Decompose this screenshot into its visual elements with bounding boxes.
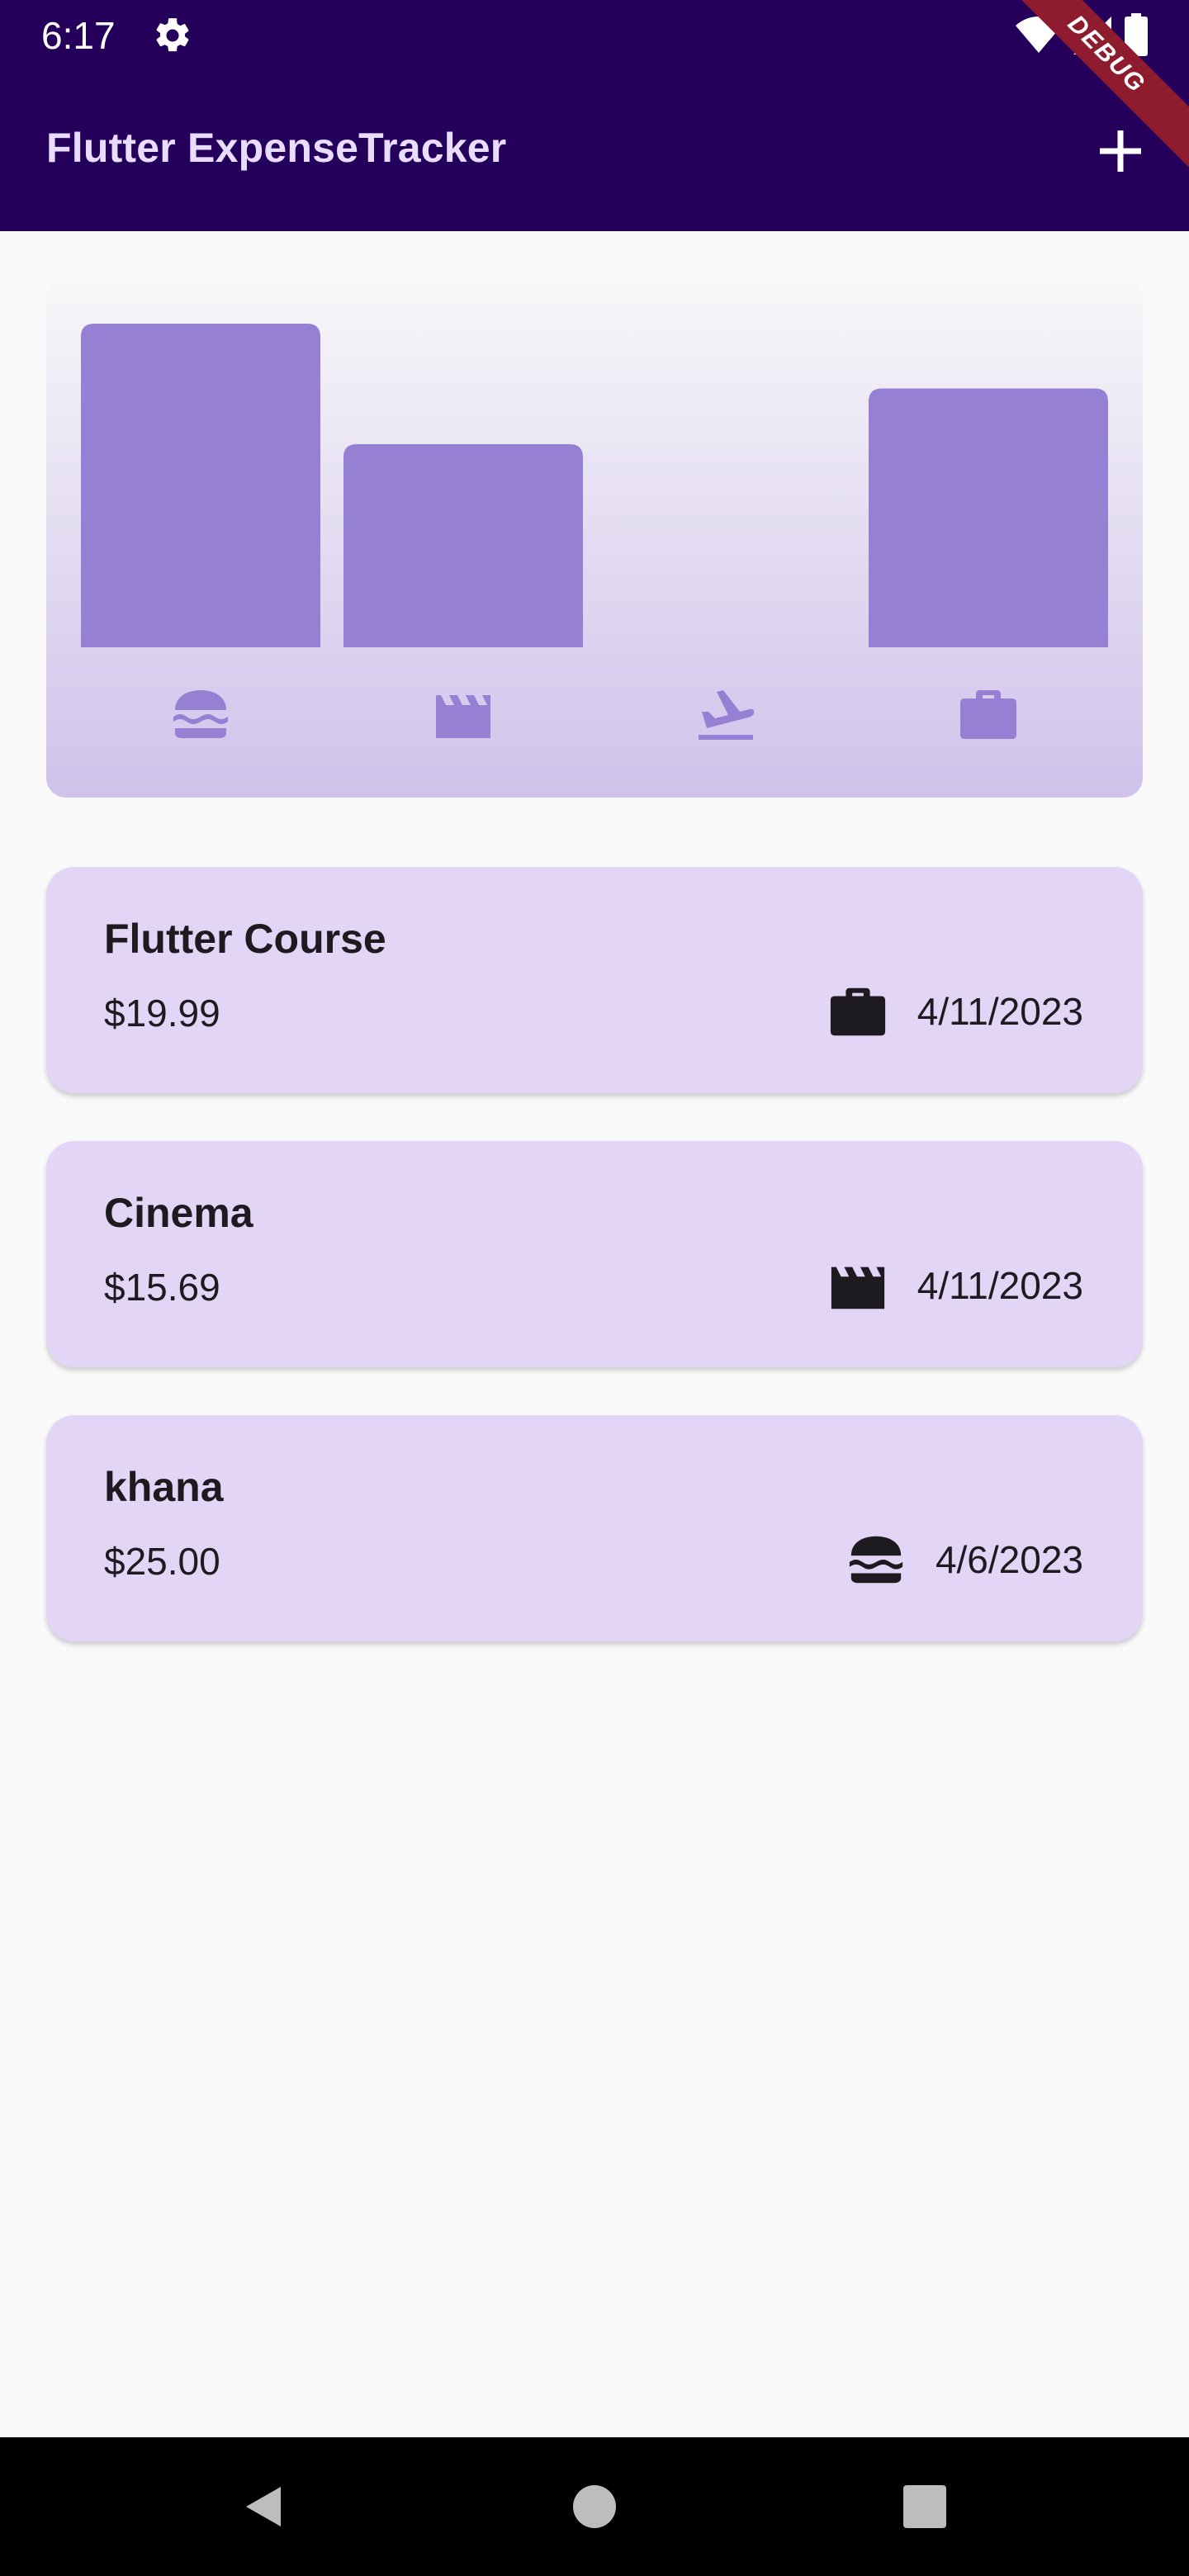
- gear-icon: [156, 18, 189, 52]
- expense-date: 4/11/2023: [917, 990, 1083, 1033]
- chart-bar-work: [869, 388, 1108, 647]
- app-bar: 6:17 Flutter ExpenseTracker DEBUG: [0, 0, 1189, 231]
- expense-title: khana: [104, 1464, 224, 1510]
- status-bar: 6:17: [0, 0, 1189, 74]
- expense-date: 4/6/2023: [935, 1538, 1083, 1581]
- expense-tracker-screen: 6:17 Flutter ExpenseTracker DEBUG Flutte…: [0, 0, 1189, 2576]
- expense-chart: [46, 277, 1143, 798]
- expense-amount: $15.69: [104, 1266, 220, 1309]
- home-icon[interactable]: [568, 2480, 621, 2533]
- expense-card[interactable]: khana $25.00 4/6/2023: [46, 1415, 1143, 1641]
- chart-bars: [81, 324, 1108, 647]
- expense-card[interactable]: Flutter Course $19.99 4/11/2023: [46, 867, 1143, 1093]
- status-time: 6:17: [41, 14, 116, 57]
- clapperboard-icon: [831, 1267, 884, 1309]
- expense-amount: $25.00: [104, 1540, 220, 1583]
- burger-icon: [173, 690, 228, 738]
- plus-icon: [1100, 130, 1141, 172]
- add-expense-button[interactable]: [1092, 122, 1149, 180]
- expense-meta: 4/6/2023: [846, 1531, 1083, 1589]
- recents-icon[interactable]: [898, 2480, 951, 2533]
- chart-bar-leisure: [343, 443, 583, 647]
- expense-meta: 4/11/2023: [828, 983, 1083, 1040]
- burger-icon: [849, 1536, 903, 1584]
- app-title: Flutter ExpenseTracker: [46, 125, 507, 171]
- briefcase-icon: [830, 987, 885, 1036]
- expense-date: 4/11/2023: [917, 1264, 1083, 1307]
- briefcase-icon: [960, 690, 1016, 739]
- airplane-takeoff-icon: [699, 690, 755, 740]
- expense-card[interactable]: Cinema $15.69 4/11/2023: [46, 1141, 1143, 1367]
- back-icon[interactable]: [238, 2480, 291, 2533]
- chart-bar-food: [81, 324, 320, 647]
- expense-title: Flutter Course: [104, 916, 386, 962]
- expense-amount: $19.99: [104, 992, 220, 1035]
- expense-title: Cinema: [104, 1190, 253, 1236]
- expense-meta: 4/11/2023: [828, 1257, 1083, 1314]
- clapperboard-icon: [436, 695, 490, 738]
- system-nav-bar: [0, 2437, 1189, 2576]
